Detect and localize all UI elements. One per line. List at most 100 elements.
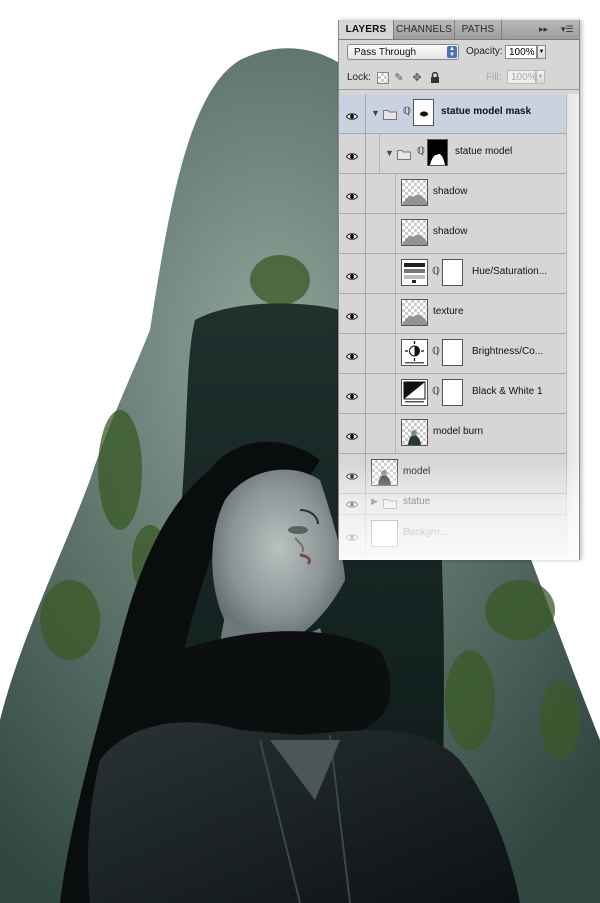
layer-thumbnail[interactable] xyxy=(401,219,428,246)
scrollbar[interactable] xyxy=(566,94,579,560)
eye-icon xyxy=(345,268,359,280)
triangle-down-icon[interactable]: ▼ xyxy=(385,148,394,158)
indent-guide xyxy=(395,254,396,293)
visibility-toggle[interactable] xyxy=(339,254,366,293)
visibility-toggle[interactable] xyxy=(339,454,366,493)
layer-mask-thumbnail[interactable] xyxy=(442,379,463,406)
layer-row[interactable]: ▶ statue xyxy=(339,494,579,533)
link-chain-icon[interactable]: ℚ xyxy=(432,346,440,357)
layer-row[interactable]: Backgro... xyxy=(339,515,579,555)
layer-mask-thumbnail[interactable] xyxy=(413,99,434,126)
layer-row[interactable]: shadow xyxy=(339,174,579,214)
layer-mask-thumbnail[interactable] xyxy=(442,259,463,286)
blend-mode-value: Pass Through xyxy=(354,47,417,58)
eye-icon xyxy=(345,496,359,508)
eye-icon xyxy=(345,388,359,400)
lock-all-icon[interactable] xyxy=(429,71,441,84)
layer-name: model xyxy=(403,466,431,477)
folder-icon xyxy=(383,107,397,120)
folder-icon xyxy=(397,147,411,160)
blend-row: Pass Through ▲ ▼ Opacity: 100% ▼ xyxy=(345,42,573,62)
layer-mask-thumbnail[interactable] xyxy=(442,339,463,366)
link-chain-icon[interactable]: ℚ xyxy=(432,386,440,397)
eye-icon xyxy=(345,468,359,480)
eye-icon xyxy=(345,108,359,120)
eye-icon xyxy=(345,348,359,360)
layer-row[interactable]: ℚ Hue/Saturation... xyxy=(339,254,579,294)
visibility-toggle[interactable] xyxy=(339,334,366,373)
triangle-down-icon[interactable]: ▼ xyxy=(371,108,380,118)
chevron-down-icon[interactable]: ▼ xyxy=(536,70,545,84)
visibility-toggle[interactable] xyxy=(339,374,366,413)
layer-row[interactable]: ℚ Brightness/Co... xyxy=(339,334,579,374)
lock-transparent-icon[interactable] xyxy=(377,72,389,84)
panel-menu-icon[interactable]: ▾☰ xyxy=(561,20,574,39)
layer-name: shadow xyxy=(433,226,468,237)
layer-thumbnail[interactable] xyxy=(371,520,398,547)
visibility-toggle[interactable] xyxy=(339,294,366,333)
layer-name: shadow xyxy=(433,186,468,197)
layers-list: ▼ ℚstatue model mask ▼ ℚstatue model shadow s… xyxy=(339,94,579,555)
forward-arrows-icon[interactable]: ▸▸ xyxy=(539,20,548,39)
tab-paths[interactable]: PATHS xyxy=(455,20,502,39)
layers-panel[interactable]: LAYERS CHANNELS PATHS ▸▸ ▾☰ Pass Through… xyxy=(338,20,580,560)
layer-name: Hue/Saturation... xyxy=(472,266,548,277)
layer-row[interactable]: model xyxy=(339,454,579,494)
eye-icon xyxy=(345,308,359,320)
eye-icon xyxy=(345,188,359,200)
indent-guide xyxy=(395,374,396,413)
eye-icon xyxy=(345,428,359,440)
visibility-toggle[interactable] xyxy=(339,214,366,253)
blend-mode-select[interactable]: Pass Through ▲ ▼ xyxy=(347,44,459,60)
tab-channels[interactable]: CHANNELS xyxy=(394,20,455,39)
layer-name: Brightness/Co... xyxy=(472,346,544,357)
layer-row[interactable]: model burn xyxy=(339,414,579,454)
fill-label: Fill: xyxy=(486,72,502,83)
eye-icon xyxy=(345,529,359,541)
indent-guide xyxy=(395,174,396,213)
layer-name: texture xyxy=(433,306,464,317)
lock-paint-icon[interactable]: ✎ xyxy=(393,72,405,84)
opacity-label: Opacity: xyxy=(466,46,503,57)
eye-icon xyxy=(345,148,359,160)
indent-guide xyxy=(395,214,396,253)
black-white-icon xyxy=(401,379,428,406)
lock-move-icon[interactable]: ✥ xyxy=(411,72,423,84)
layer-thumbnail[interactable] xyxy=(371,459,398,486)
folder-icon xyxy=(383,496,397,509)
lock-label: Lock: xyxy=(347,72,371,83)
visibility-toggle[interactable] xyxy=(339,515,366,554)
link-chain-icon[interactable]: ℚ xyxy=(403,106,411,117)
brightness-contrast-icon xyxy=(401,339,428,366)
layer-row[interactable]: texture xyxy=(339,294,579,334)
layer-name: Black & White 1 xyxy=(472,386,543,397)
layer-mask-thumbnail[interactable] xyxy=(427,139,448,166)
layer-name: statue xyxy=(403,496,431,507)
fill-input[interactable]: 100% xyxy=(507,70,537,84)
layer-name: model burn xyxy=(433,426,484,437)
link-chain-icon[interactable]: ℚ xyxy=(417,146,425,157)
indent-guide xyxy=(379,134,380,173)
layer-thumbnail[interactable] xyxy=(401,419,428,446)
indent-guide xyxy=(395,414,396,453)
up-down-arrows-icon: ▲ ▼ xyxy=(447,46,457,58)
layer-thumbnail[interactable] xyxy=(401,179,428,206)
layer-row[interactable]: shadow xyxy=(339,214,579,254)
tab-layers[interactable]: LAYERS xyxy=(339,20,394,39)
indent-guide xyxy=(395,294,396,333)
visibility-toggle[interactable] xyxy=(339,174,366,213)
layer-row[interactable]: ℚ Black & White 1 xyxy=(339,374,579,414)
layer-name: statue model mask xyxy=(441,106,532,117)
visibility-toggle[interactable] xyxy=(339,414,366,453)
lock-row: Lock: ✎ ✥ Fill: 100% ▼ xyxy=(339,67,579,90)
opacity-input[interactable]: 100% xyxy=(505,45,537,59)
triangle-right-icon[interactable]: ▶ xyxy=(371,496,378,507)
layer-row[interactable]: ▼ ℚstatue model xyxy=(339,134,579,174)
hue-saturation-icon xyxy=(401,259,428,286)
visibility-toggle[interactable] xyxy=(339,134,366,173)
chevron-down-icon[interactable]: ▼ xyxy=(537,45,546,59)
layer-thumbnail[interactable] xyxy=(401,299,428,326)
link-chain-icon[interactable]: ℚ xyxy=(432,266,440,277)
visibility-toggle[interactable] xyxy=(339,94,366,133)
layer-row[interactable]: ▼ ℚstatue model mask xyxy=(339,94,579,134)
